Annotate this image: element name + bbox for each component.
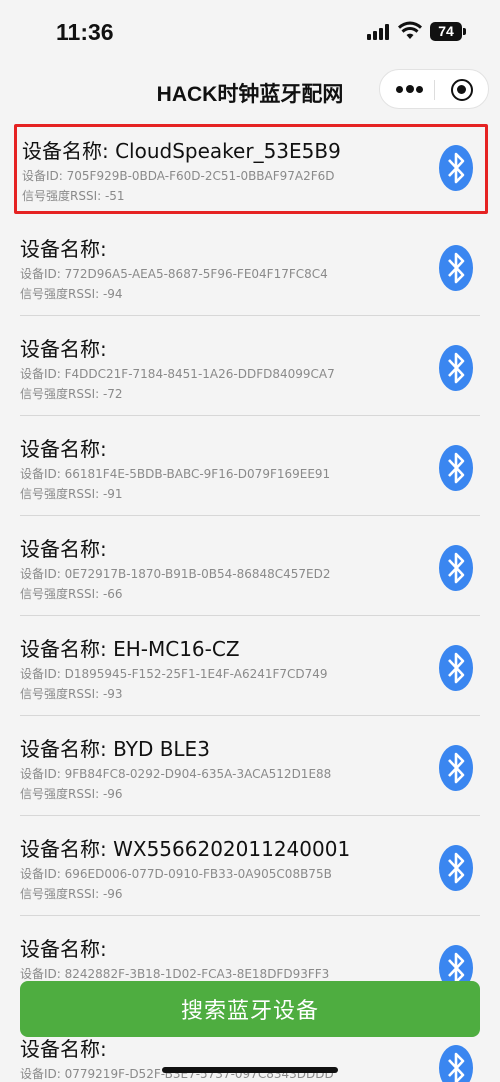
nav-bar: HACK时钟蓝牙配网 [0, 64, 500, 116]
device-name: 设备名称: [20, 437, 107, 461]
device-item[interactable]: 设备名称: 设备ID: 0E72917B-1870-B91B-0B54-8684… [20, 516, 480, 616]
capsule-divider [434, 80, 435, 100]
bluetooth-icon[interactable] [438, 544, 474, 592]
device-id: 设备ID: 8242882F-3B18-1D02-FCA3-8E18DFD93F… [20, 967, 330, 981]
device-name: 设备名称: [20, 337, 107, 361]
device-name: 设备名称: EH-MC16-CZ [20, 637, 240, 661]
bluetooth-icon[interactable] [438, 144, 474, 192]
status-bar: 11:36 74 [0, 0, 500, 64]
device-id: 设备ID: F4DDC21F-7184-8451-1A26-DDFD84099C… [20, 367, 335, 381]
device-rssi: 信号强度RSSI: -96 [20, 787, 123, 801]
device-id: 设备ID: 9FB84FC8-0292-D904-635A-3ACA512D1E… [20, 767, 332, 781]
device-name: 设备名称: [20, 237, 107, 261]
device-id: 设备ID: 66181F4E-5BDB-BABC-9F16-D079F169EE… [20, 467, 331, 481]
device-rssi: 信号强度RSSI: -51 [22, 189, 125, 203]
device-rssi: 信号强度RSSI: -96 [20, 887, 123, 901]
bluetooth-icon[interactable] [438, 244, 474, 292]
bluetooth-icon[interactable] [438, 1044, 474, 1082]
search-bluetooth-button[interactable]: 搜索蓝牙设备 [20, 981, 480, 1037]
device-name: 设备名称: [20, 1037, 107, 1061]
home-indicator [162, 1067, 338, 1073]
device-name: 设备名称: [20, 937, 107, 961]
bluetooth-icon[interactable] [438, 744, 474, 792]
device-name: 设备名称: CloudSpeaker_53E5B9 [22, 139, 341, 163]
device-id: 设备ID: 705F929B-0BDA-F60D-2C51-0BBAF97A2F… [22, 169, 335, 183]
status-time: 11:36 [56, 19, 114, 45]
device-rssi: 信号强度RSSI: -93 [20, 687, 123, 701]
device-rssi: 信号强度RSSI: -72 [20, 387, 123, 401]
wifi-icon [398, 21, 422, 39]
device-name: 设备名称: [20, 537, 107, 561]
device-item[interactable]: 设备名称: WX5566202011240001 设备ID: 696ED006-… [20, 816, 480, 916]
bluetooth-icon[interactable] [438, 344, 474, 392]
device-item[interactable]: 设备名称: 设备ID: 66181F4E-5BDB-BABC-9F16-D079… [20, 416, 480, 516]
device-item[interactable]: 设备名称: 设备ID: F4DDC21F-7184-8451-1A26-DDFD… [20, 316, 480, 416]
close-miniprogram-icon[interactable] [451, 79, 473, 101]
cellular-signal-icon [367, 24, 389, 40]
device-id: 设备ID: D1895945-F152-25F1-1E4F-A6241F7CD7… [20, 667, 328, 681]
device-rssi: 信号强度RSSI: -91 [20, 487, 123, 501]
device-item[interactable]: 设备名称: EH-MC16-CZ 设备ID: D1895945-F152-25F… [20, 616, 480, 716]
bluetooth-icon[interactable] [438, 644, 474, 692]
device-name: 设备名称: WX5566202011240001 [20, 837, 351, 861]
device-id: 设备ID: 0E72917B-1870-B91B-0B54-86848C457E… [20, 567, 331, 581]
device-rssi: 信号强度RSSI: -66 [20, 587, 123, 601]
device-list: 设备名称: CloudSpeaker_53E5B9 设备ID: 705F929B… [0, 116, 500, 1082]
bluetooth-icon[interactable] [438, 444, 474, 492]
mini-program-capsule [379, 69, 489, 109]
bluetooth-icon[interactable] [438, 844, 474, 892]
device-id: 设备ID: 772D96A5-AEA5-8687-5F96-FE04F17FC8… [20, 267, 328, 281]
device-item[interactable]: 设备名称: BYD BLE3 设备ID: 9FB84FC8-0292-D904-… [20, 716, 480, 816]
device-name: 设备名称: BYD BLE3 [20, 737, 210, 761]
device-item[interactable]: 设备名称: CloudSpeaker_53E5B9 设备ID: 705F929B… [14, 124, 488, 214]
device-rssi: 信号强度RSSI: -94 [20, 287, 123, 301]
device-id: 设备ID: 696ED006-077D-0910-FB33-0A905C08B7… [20, 867, 332, 881]
battery-icon: 74 [430, 22, 466, 41]
device-item[interactable]: 设备名称: 设备ID: 772D96A5-AEA5-8687-5F96-FE04… [20, 216, 480, 316]
more-icon[interactable] [396, 81, 423, 99]
